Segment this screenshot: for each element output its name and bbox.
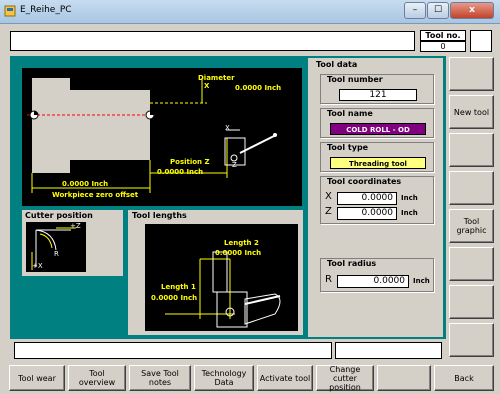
diameter-value: 0.0000 Inch: [235, 84, 282, 92]
length1-value: 0.0000 Inch: [151, 294, 198, 302]
side-button-3[interactable]: [449, 133, 494, 167]
activate-tool-button[interactable]: Activate tool: [257, 365, 313, 391]
tool-coordinates-label: Tool coordinates: [327, 177, 402, 186]
radius-field[interactable]: 0.0000: [337, 275, 409, 288]
tool-graphic-button[interactable]: Tool graphic: [449, 209, 494, 243]
tool-radius-group: Tool radius R 0.0000 Inch: [320, 258, 434, 292]
cutter-position-panel: Cutter position +Z R +X: [22, 210, 123, 276]
diameter-symbol: X: [204, 82, 210, 90]
radius-unit: Inch: [413, 277, 430, 285]
side-button-1[interactable]: [449, 57, 494, 91]
tool-overview-button[interactable]: Tool overview: [68, 365, 126, 391]
title-bar: E_Reihe_PC – ☐ x: [0, 0, 500, 24]
coord-x-field[interactable]: 0.0000: [337, 192, 397, 205]
tool-number-field[interactable]: 121: [339, 89, 417, 101]
tool-number-group: Tool number 121: [320, 74, 434, 104]
status-field-2: [335, 342, 442, 359]
tool-name-field[interactable]: COLD ROLL - OD: [330, 123, 426, 135]
length1-label: Length 1: [161, 283, 196, 291]
tool-radius-label: Tool radius: [327, 259, 377, 268]
minimize-button[interactable]: –: [404, 2, 426, 19]
coord-z-field[interactable]: 0.0000: [337, 207, 397, 220]
tool-data-title: Tool data: [316, 60, 358, 69]
tool-no-box: Tool no. 0: [420, 30, 466, 52]
close-button[interactable]: x: [450, 2, 494, 19]
tool-lengths-panel: Tool lengths Length 2 0.0000 Inch Length…: [128, 210, 303, 335]
tool-no-extra-field: [470, 30, 492, 52]
radius-r-label: R: [325, 274, 332, 285]
bottom-button-7[interactable]: [377, 365, 431, 391]
coord-x-unit: Inch: [401, 194, 418, 202]
coord-z-unit: Inch: [401, 209, 418, 217]
tool-number-label: Tool number: [327, 75, 383, 84]
tool-type-label: Tool type: [327, 143, 369, 152]
cutter-z-label: Z: [232, 161, 237, 169]
cutter-position-image: +Z R +X: [26, 222, 86, 272]
workpiece-drawing: Diameter X 0.0000 Inch X Z Position Z 0.…: [22, 68, 302, 206]
cutter-x-axis: +X: [32, 262, 43, 270]
tool-lengths-title: Tool lengths: [132, 211, 187, 220]
side-button-7[interactable]: [449, 285, 494, 319]
window-title: E_Reihe_PC: [20, 5, 72, 15]
coord-z-label: Z: [325, 206, 332, 217]
back-button[interactable]: Back: [434, 365, 494, 391]
change-cutter-position-button[interactable]: Change cutter position: [316, 365, 374, 392]
cutter-x-label: X: [225, 124, 230, 132]
tool-data-panel: Tool data Tool number 121 Tool name COLD…: [308, 58, 443, 337]
maximize-button[interactable]: ☐: [427, 2, 449, 19]
tool-type-field[interactable]: Threading tool: [330, 157, 426, 169]
technology-data-button[interactable]: Technology Data: [194, 365, 254, 391]
positionz-value: 0.0000 Inch: [157, 168, 204, 176]
length2-label: Length 2: [224, 239, 259, 247]
cutter-z-axis: +Z: [70, 222, 81, 230]
positionz-label: Position Z: [170, 158, 210, 166]
status-field-1: [14, 342, 332, 359]
tool-no-label: Tool no.: [420, 30, 466, 41]
zero-offset-value: 0.0000 Inch: [62, 180, 109, 188]
tool-type-group: Tool type Threading tool: [320, 142, 434, 172]
side-button-4[interactable]: [449, 171, 494, 205]
tool-wear-button[interactable]: Tool wear: [9, 365, 65, 391]
tool-name-label: Tool name: [327, 109, 373, 118]
cutter-r-label: R: [54, 250, 59, 258]
tool-name-group: Tool name COLD ROLL - OD: [320, 108, 434, 138]
diameter-label: Diameter: [198, 74, 235, 82]
length2-value: 0.0000 Inch: [215, 249, 262, 257]
app-icon: [4, 5, 16, 17]
tool-no-value: 0: [420, 41, 466, 52]
save-tool-notes-button[interactable]: Save Tool notes: [129, 365, 191, 391]
side-button-8[interactable]: [449, 323, 494, 357]
side-button-6[interactable]: [449, 247, 494, 281]
message-field: [10, 31, 415, 51]
tool-coordinates-group: Tool coordinates X 0.0000 Inch Z 0.0000 …: [320, 176, 434, 224]
tool-lengths-image: Length 2 0.0000 Inch Length 1 0.0000 Inc…: [145, 224, 298, 331]
zero-offset-label: Workpiece zero offset: [52, 191, 139, 199]
new-tool-button[interactable]: New tool: [449, 95, 494, 129]
coord-x-label: X: [325, 191, 332, 202]
cutter-position-title: Cutter position: [25, 211, 93, 220]
